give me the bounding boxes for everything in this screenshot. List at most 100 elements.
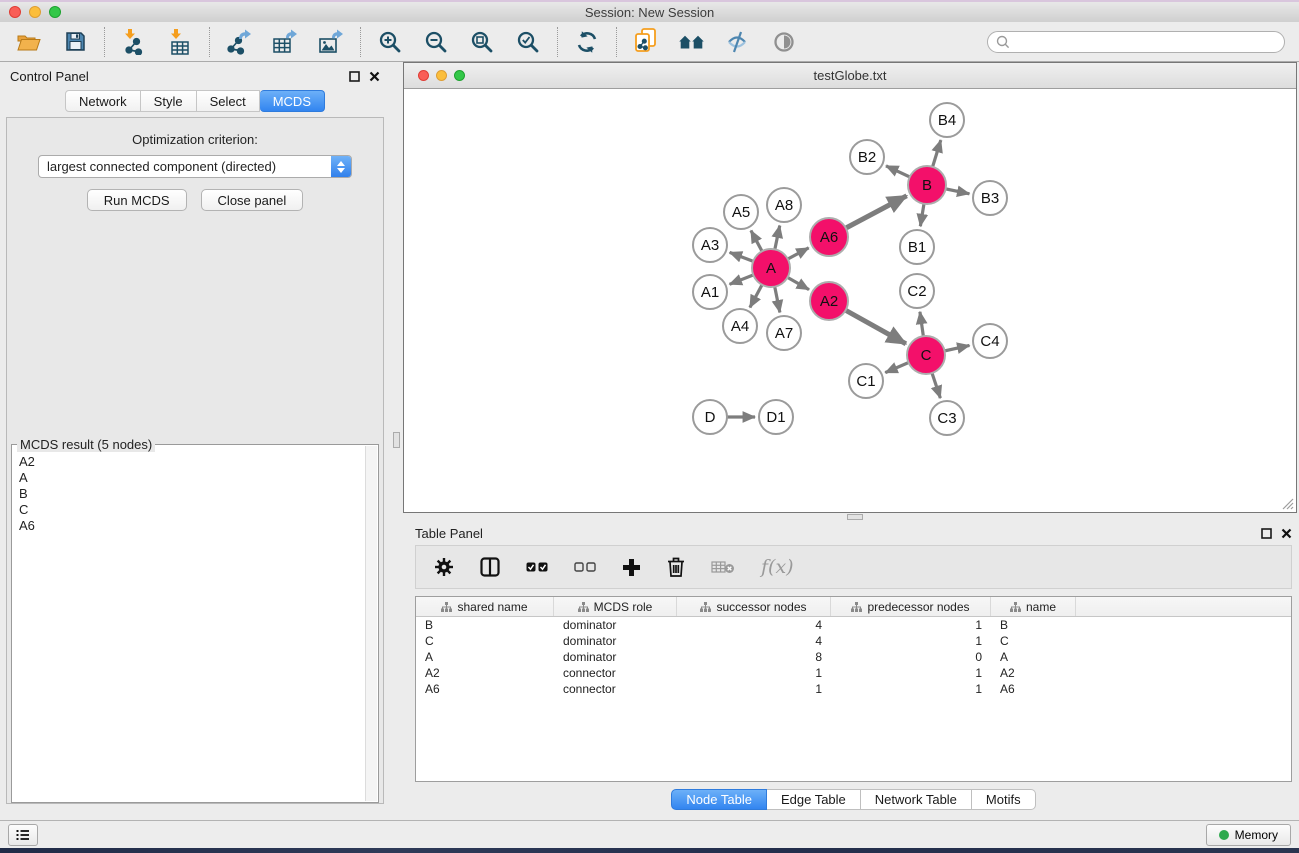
close-panel-icon[interactable]: [369, 71, 380, 82]
graph-node-A7[interactable]: A7: [767, 316, 801, 350]
graph-node-D[interactable]: D: [693, 400, 727, 434]
graph-node-B1[interactable]: B1: [900, 230, 934, 264]
network-canvas[interactable]: AA1A2A3A4A5A6A7A8BB1B2B3B4CC1C2C3C4DD1: [404, 89, 1296, 512]
table-cell[interactable]: 4: [677, 617, 831, 633]
zoom-selected-button[interactable]: [509, 25, 547, 59]
column-header-name[interactable]: name: [991, 597, 1076, 616]
splitter-grip[interactable]: [847, 514, 863, 520]
select-all-columns-button[interactable]: [526, 562, 548, 572]
zoom-window-button[interactable]: [49, 6, 61, 18]
table-cell[interactable]: dominator: [554, 633, 677, 649]
table-cell[interactable]: dominator: [554, 649, 677, 665]
close-window-button[interactable]: [9, 6, 21, 18]
save-session-button[interactable]: [56, 25, 94, 59]
table-cell[interactable]: 1: [831, 665, 991, 681]
deselect-all-columns-button[interactable]: [574, 562, 596, 572]
delete-column-button[interactable]: [667, 557, 685, 577]
criterion-dropdown[interactable]: largest connected component (directed): [38, 155, 352, 178]
run-mcds-button[interactable]: Run MCDS: [87, 189, 187, 211]
table-cell[interactable]: A6: [991, 681, 1076, 697]
network-window-titlebar[interactable]: testGlobe.txt: [404, 63, 1296, 89]
export-network-button[interactable]: [220, 25, 258, 59]
tab-node-table[interactable]: Node Table: [671, 789, 767, 810]
column-header-successor-nodes[interactable]: successor nodes: [677, 597, 831, 616]
table-cell[interactable]: 4: [677, 633, 831, 649]
mcds-result-list[interactable]: A2ABCA6: [13, 446, 365, 801]
close-panel-button[interactable]: Close panel: [201, 189, 304, 211]
tab-select[interactable]: Select: [197, 90, 260, 112]
mcds-result-item[interactable]: A6: [19, 518, 365, 534]
tab-motifs[interactable]: Motifs: [972, 789, 1036, 810]
split-columns-button[interactable]: [480, 557, 500, 577]
table-cell[interactable]: dominator: [554, 617, 677, 633]
table-cell[interactable]: 1: [677, 665, 831, 681]
float-panel-icon[interactable]: [1261, 528, 1272, 539]
vertical-splitter[interactable]: [390, 62, 403, 820]
show-all-networks-button[interactable]: [673, 25, 711, 59]
zoom-fit-button[interactable]: [463, 25, 501, 59]
import-network-button[interactable]: [115, 25, 153, 59]
column-header-predecessor-nodes[interactable]: predecessor nodes: [831, 597, 991, 616]
table-row[interactable]: Cdominator41C: [416, 633, 1291, 649]
graph-node-C2[interactable]: C2: [900, 274, 934, 308]
graph-node-A1[interactable]: A1: [693, 275, 727, 309]
export-image-button[interactable]: [312, 25, 350, 59]
table-cell[interactable]: A6: [416, 681, 554, 697]
graph-node-A5[interactable]: A5: [724, 195, 758, 229]
minimize-network-button[interactable]: [436, 70, 447, 81]
graph-node-B[interactable]: B: [908, 166, 946, 204]
table-settings-button[interactable]: [434, 557, 454, 577]
tab-network[interactable]: Network: [65, 90, 141, 112]
task-history-button[interactable]: [8, 824, 38, 846]
graph-node-A[interactable]: A: [752, 249, 790, 287]
graph-node-A6[interactable]: A6: [810, 218, 848, 256]
table-cell[interactable]: C: [991, 633, 1076, 649]
float-panel-icon[interactable]: [349, 71, 360, 82]
add-column-button[interactable]: [622, 558, 641, 577]
minimize-window-button[interactable]: [29, 6, 41, 18]
export-table-button[interactable]: [266, 25, 304, 59]
mcds-result-item[interactable]: B: [19, 486, 365, 502]
graph-node-A3[interactable]: A3: [693, 228, 727, 262]
zoom-in-button[interactable]: [371, 25, 409, 59]
mcds-result-item[interactable]: A2: [19, 454, 365, 470]
zoom-out-button[interactable]: [417, 25, 455, 59]
tab-mcds[interactable]: MCDS: [260, 90, 325, 112]
table-row[interactable]: Bdominator41B: [416, 617, 1291, 633]
search-input[interactable]: [1015, 35, 1276, 49]
delete-table-button[interactable]: [711, 560, 735, 574]
table-row[interactable]: A2connector11A2: [416, 665, 1291, 681]
refresh-layout-button[interactable]: [568, 25, 606, 59]
graph-node-A8[interactable]: A8: [767, 188, 801, 222]
copy-network-button[interactable]: [627, 25, 665, 59]
show-panels-button[interactable]: [765, 25, 803, 59]
table-row[interactable]: Adominator80A: [416, 649, 1291, 665]
tab-network-table[interactable]: Network Table: [861, 789, 972, 810]
graph-node-B2[interactable]: B2: [850, 140, 884, 174]
memory-button[interactable]: Memory: [1206, 824, 1291, 846]
table-cell[interactable]: B: [416, 617, 554, 633]
close-network-button[interactable]: [418, 70, 429, 81]
table-cell[interactable]: 8: [677, 649, 831, 665]
column-header-mcds-role[interactable]: MCDS role: [554, 597, 677, 616]
graph-node-B3[interactable]: B3: [973, 181, 1007, 215]
graph-node-C4[interactable]: C4: [973, 324, 1007, 358]
tab-style[interactable]: Style: [141, 90, 197, 112]
table-cell[interactable]: A: [416, 649, 554, 665]
zoom-network-button[interactable]: [454, 70, 465, 81]
table-cell[interactable]: connector: [554, 681, 677, 697]
graph-node-A2[interactable]: A2: [810, 282, 848, 320]
table-row[interactable]: A6connector11A6: [416, 681, 1291, 697]
column-header-shared-name[interactable]: shared name: [416, 597, 554, 616]
open-session-button[interactable]: [10, 25, 48, 59]
hide-panels-button[interactable]: [719, 25, 757, 59]
horizontal-splitter[interactable]: [403, 513, 1299, 521]
graph-node-B4[interactable]: B4: [930, 103, 964, 137]
table-cell[interactable]: 1: [831, 681, 991, 697]
table-cell[interactable]: connector: [554, 665, 677, 681]
table-cell[interactable]: 0: [831, 649, 991, 665]
table-cell[interactable]: B: [991, 617, 1076, 633]
graph-node-C[interactable]: C: [907, 336, 945, 374]
table-cell[interactable]: 1: [677, 681, 831, 697]
graph-node-A4[interactable]: A4: [723, 309, 757, 343]
